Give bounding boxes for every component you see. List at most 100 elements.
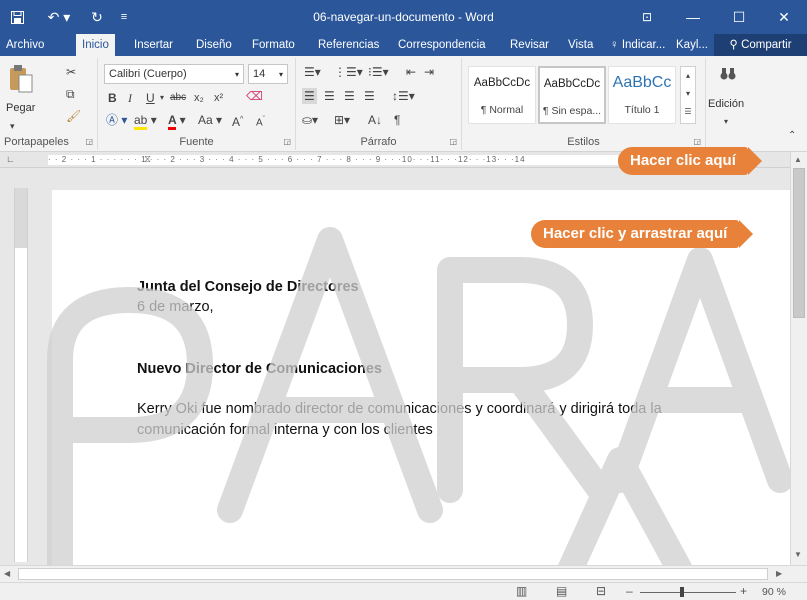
editing-group: Edición ▾ bbox=[706, 58, 752, 150]
ribbon: Pegar ▾ ✂ ⧉ 🖌 Portapapeles ◲ Calibri (Cu… bbox=[0, 56, 807, 152]
customize-icon[interactable]: ≡ bbox=[116, 0, 132, 34]
scroll-up-arrow-icon[interactable]: ▲ bbox=[794, 155, 802, 164]
shading-icon[interactable]: ⛀▾ bbox=[302, 112, 318, 128]
align-center-icon[interactable]: ☰ bbox=[324, 88, 335, 104]
style-no-spacing[interactable]: AaBbCcDc ¶ Sin espa... bbox=[538, 66, 606, 124]
scroll-right-arrow-icon[interactable]: ▶ bbox=[776, 569, 782, 578]
clear-formatting-icon[interactable]: ⌫ bbox=[246, 88, 263, 104]
bullets-icon[interactable]: ☰▾ bbox=[304, 64, 321, 80]
tab-vista[interactable]: Vista bbox=[568, 34, 593, 56]
paragraph-launcher-icon[interactable]: ◲ bbox=[449, 137, 457, 146]
zoom-in-icon[interactable]: + bbox=[740, 584, 747, 598]
scroll-left-arrow-icon[interactable]: ◀ bbox=[4, 569, 10, 578]
tab-formato[interactable]: Formato bbox=[252, 34, 295, 56]
undo-icon[interactable]: ↶ ▾ bbox=[44, 0, 74, 34]
borders-icon[interactable]: ⊞▾ bbox=[334, 112, 350, 128]
horizontal-scroll-thumb[interactable] bbox=[18, 568, 768, 580]
styles-scroll-icon[interactable]: ▴ ▾ ☰ bbox=[680, 66, 696, 124]
bold-icon[interactable]: B bbox=[108, 90, 117, 106]
font-launcher-icon[interactable]: ◲ bbox=[283, 137, 291, 146]
shrink-font-icon[interactable]: Aˇ bbox=[256, 112, 265, 131]
change-case-icon[interactable]: Aa ▾ bbox=[198, 112, 222, 128]
tab-insertar[interactable]: Insertar bbox=[134, 34, 173, 56]
highlight-color-icon[interactable]: ab ▾ bbox=[134, 112, 157, 130]
dropdown-arrow-icon[interactable]: ▾ bbox=[724, 114, 728, 130]
close-button[interactable]: ✕ bbox=[766, 0, 802, 34]
copy-icon[interactable]: ⧉ bbox=[66, 86, 75, 102]
multilevel-list-icon[interactable]: ⁝☰▾ bbox=[368, 64, 389, 80]
align-right-icon[interactable]: ☰ bbox=[344, 88, 355, 104]
paste-icon[interactable] bbox=[8, 64, 34, 98]
increase-indent-icon[interactable]: ⇥ bbox=[424, 64, 434, 80]
tell-me-search[interactable]: ♀ Indicar... bbox=[610, 34, 665, 56]
subscript-icon[interactable]: x₂ bbox=[194, 90, 204, 106]
vertical-ruler[interactable] bbox=[14, 188, 28, 562]
read-mode-icon[interactable]: ▥ bbox=[516, 584, 527, 598]
web-layout-icon[interactable]: ⊟ bbox=[596, 584, 606, 598]
person-icon: ⚲ bbox=[729, 39, 742, 51]
zoom-slider-thumb[interactable] bbox=[680, 587, 684, 597]
horizontal-scrollbar[interactable]: ◀ ▶ bbox=[0, 565, 807, 582]
show-formatting-icon[interactable]: ¶ bbox=[394, 112, 400, 128]
styles-launcher-icon[interactable]: ◲ bbox=[693, 137, 701, 146]
tab-correspondencia[interactable]: Correspondencia bbox=[398, 34, 486, 56]
align-left-icon[interactable]: ☰ bbox=[302, 88, 317, 104]
superscript-icon[interactable]: x² bbox=[214, 90, 223, 106]
text-effects-icon[interactable]: Ⓐ ▾ bbox=[106, 112, 127, 128]
styles-group: AaBbCcDc ¶ Normal AaBbCcDc ¶ Sin espa...… bbox=[462, 58, 706, 150]
redo-icon[interactable]: ↻ bbox=[86, 0, 108, 34]
tab-archivo[interactable]: Archivo bbox=[6, 34, 44, 56]
cut-icon[interactable]: ✂ bbox=[66, 64, 76, 80]
doc-body-line-2: comunicación formal interna y con los cl… bbox=[137, 422, 433, 438]
strikethrough-icon[interactable]: abc bbox=[170, 90, 186, 106]
grow-font-icon[interactable]: A^ bbox=[232, 112, 243, 130]
indent-marker-icon[interactable]: ⧖ bbox=[144, 152, 151, 168]
minimize-button[interactable]: — bbox=[676, 0, 710, 34]
numbering-icon[interactable]: ⋮☰▾ bbox=[334, 64, 363, 80]
user-account[interactable]: Kayl... bbox=[676, 34, 708, 56]
save-icon[interactable] bbox=[6, 0, 28, 34]
tab-revisar[interactable]: Revisar bbox=[510, 34, 549, 56]
clipboard-group: Pegar ▾ ✂ ⧉ 🖌 Portapapeles ◲ bbox=[0, 58, 98, 150]
font-size-select[interactable]: 14 ▾ bbox=[248, 64, 288, 84]
binoculars-icon[interactable] bbox=[720, 66, 736, 86]
dropdown-arrow-icon[interactable]: ▾ bbox=[160, 90, 164, 106]
line-spacing-icon[interactable]: ↕☰▾ bbox=[392, 88, 415, 104]
zoom-out-icon[interactable]: – bbox=[626, 584, 633, 598]
font-color-icon[interactable]: A ▾ bbox=[168, 112, 186, 130]
font-name-select[interactable]: Calibri (Cuerpo) ▾ bbox=[104, 64, 244, 84]
tab-selector-icon[interactable]: ∟ bbox=[6, 154, 16, 165]
zoom-level[interactable]: 90 % bbox=[762, 586, 786, 598]
format-painter-icon[interactable]: 🖌 bbox=[66, 108, 81, 124]
maximize-button[interactable]: ☐ bbox=[722, 0, 756, 34]
paragraph-group: ☰▾ ⋮☰▾ ⁝☰▾ ⇤ ⇥ ☰ ☰ ☰ ☰ ↕☰▾ ⛀▾ ⊞▾ A↓ ¶ Pá… bbox=[296, 58, 462, 150]
collapse-ribbon-icon[interactable]: ⌃ bbox=[788, 128, 796, 144]
tab-inicio[interactable]: Inicio bbox=[76, 34, 115, 56]
lightbulb-icon: ♀ bbox=[610, 39, 622, 51]
paste-button[interactable]: Pegar bbox=[6, 102, 35, 114]
vertical-scrollbar[interactable]: ▲ ▼ bbox=[790, 152, 807, 565]
font-group: Calibri (Cuerpo) ▾ 14 ▾ B I U ▾ abc x₂ x… bbox=[98, 58, 296, 150]
editing-button[interactable]: Edición bbox=[708, 98, 744, 110]
scroll-down-arrow-icon[interactable]: ▼ bbox=[794, 550, 802, 559]
dropdown-arrow-icon: ▾ bbox=[278, 69, 283, 79]
style-normal[interactable]: AaBbCcDc ¶ Normal bbox=[468, 66, 536, 124]
justify-icon[interactable]: ☰ bbox=[364, 88, 375, 104]
share-button[interactable]: ⚲ Compartir bbox=[714, 34, 807, 56]
doc-date-line: 6 de marzo, bbox=[137, 299, 214, 315]
title-bar: ↶ ▾ ↻ ≡ 06-navegar-un-documento - Word ⊡… bbox=[0, 0, 807, 34]
decrease-indent-icon[interactable]: ⇤ bbox=[406, 64, 416, 80]
paragraph-label: Párrafo bbox=[360, 136, 397, 148]
italic-icon[interactable]: I bbox=[128, 90, 132, 106]
vertical-scroll-thumb[interactable] bbox=[793, 168, 805, 318]
style-heading-1[interactable]: AaBbCc Título 1 bbox=[608, 66, 676, 124]
clipboard-launcher-icon[interactable]: ◲ bbox=[85, 137, 93, 146]
dropdown-arrow-icon[interactable]: ▾ bbox=[10, 118, 15, 134]
tab-diseno[interactable]: Diseño bbox=[196, 34, 232, 56]
underline-icon[interactable]: U bbox=[146, 90, 155, 106]
tab-referencias[interactable]: Referencias bbox=[318, 34, 379, 56]
sort-icon[interactable]: A↓ bbox=[368, 112, 382, 128]
zoom-slider[interactable] bbox=[640, 592, 736, 593]
ribbon-display-options-icon[interactable]: ⊡ bbox=[630, 0, 664, 34]
print-layout-icon[interactable]: ▤ bbox=[556, 584, 567, 598]
